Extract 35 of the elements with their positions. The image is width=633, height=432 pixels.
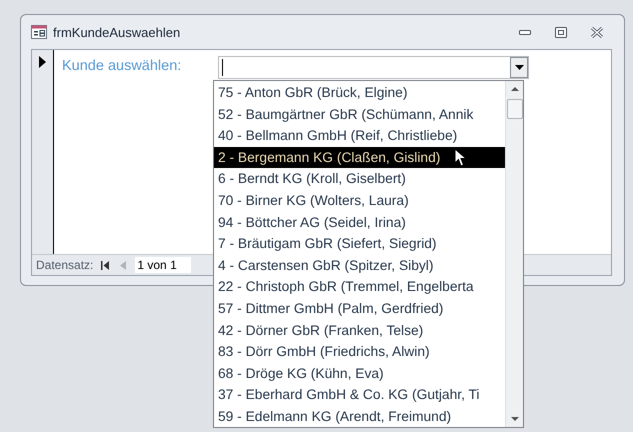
list-item[interactable]: 70 - Birner KG (Wolters, Laura) <box>214 190 505 212</box>
list-item[interactable]: 2 - Bergemann KG (Claßen, Gislind) <box>214 146 505 168</box>
first-record-icon <box>101 260 110 270</box>
mouse-cursor-icon <box>454 148 468 168</box>
record-position-field[interactable]: 1 von 1 <box>135 257 192 273</box>
list-item[interactable]: 68 - Dröge KG (Kühn, Eva) <box>214 362 505 384</box>
scrollbar-thumb[interactable] <box>506 99 522 119</box>
window-title: frmKundeAuswaehlen <box>53 24 182 40</box>
caret-icon <box>514 65 524 70</box>
form-icon <box>31 25 47 39</box>
list-item[interactable]: 37 - Eberhard GmbH & Co. KG (Gutjahr, Ti <box>214 384 505 406</box>
list-item[interactable]: 22 - Christoph GbR (Tremmel, Engelberta <box>214 276 505 298</box>
list-item[interactable]: 94 - Böttcher AG (Seidel, Irina) <box>214 212 505 234</box>
scroll-down-icon[interactable] <box>510 417 518 421</box>
first-record-button[interactable] <box>99 258 112 272</box>
dropdown-button[interactable] <box>510 57 528 78</box>
record-pointer-icon <box>39 56 46 68</box>
list-item[interactable]: 75 - Anton GbR (Brück, Elgine) <box>214 82 505 104</box>
list-item[interactable]: 6 - Berndt KG (Kroll, Giselbert) <box>214 168 505 190</box>
scrollbar[interactable] <box>505 81 523 427</box>
scroll-up-icon[interactable] <box>510 87 518 91</box>
maximize-icon <box>555 26 567 38</box>
record-label: Datensatz: <box>36 258 94 272</box>
list-item[interactable]: 7 - Bräutigam GbR (Siefert, Siegrid) <box>214 233 505 255</box>
list-item[interactable]: 83 - Dörr GmbH (Friedrichs, Alwin) <box>214 341 505 363</box>
field-label: Kunde auswählen: <box>62 58 182 76</box>
list-item[interactable]: 57 - Dittmer GmbH (Palm, Gerdfried) <box>214 298 505 320</box>
close-icon <box>590 26 604 38</box>
list-item[interactable]: 42 - Dörner GbR (Franken, Telse) <box>214 320 505 342</box>
list-item[interactable]: 59 - Edelmann KG (Arendt, Freimund) <box>214 406 505 427</box>
previous-record-icon <box>120 260 126 270</box>
list-item[interactable]: 40 - Bellmann GmbH (Reif, Christliebe) <box>214 125 505 147</box>
list-item[interactable]: 52 - Baumgärtner GbR (Schümann, Annik <box>214 104 505 126</box>
minimize-icon <box>519 29 531 35</box>
list-item[interactable]: 4 - Carstensen GbR (Spitzer, Sibyl) <box>214 254 505 276</box>
